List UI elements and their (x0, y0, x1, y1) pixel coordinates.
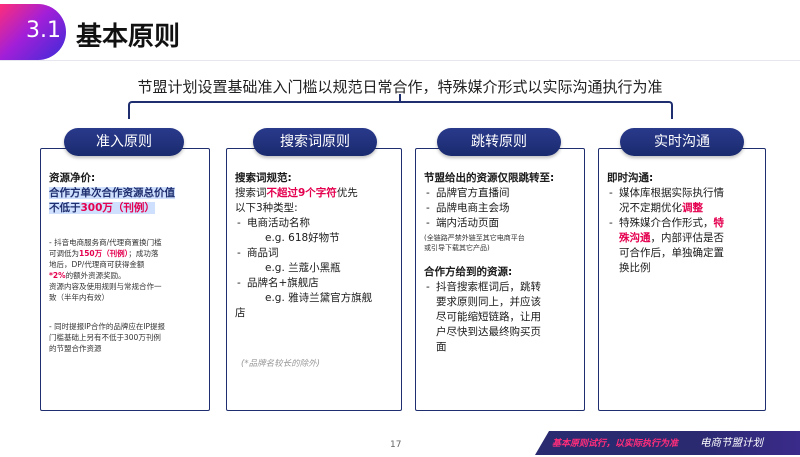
special-highlight: 特 (713, 217, 725, 229)
admission-header: 准入原则 (64, 128, 184, 156)
bracket-connector (128, 101, 673, 119)
redirect-label: 节盟给出的资源仅限跳转至: (424, 172, 555, 184)
communication-card: 即时沟通: 媒体库根据实际执行情 况不定期优化调整 特殊媒介合作形式，特 殊沟通… (598, 148, 766, 411)
instant-comm-label: 即时沟通: (607, 172, 654, 184)
section-number: 3.1 (26, 18, 61, 43)
redirect-note-1: (全链路严禁外链至其它电商平台 (424, 234, 525, 242)
list-item: 品牌名+旗舰店 (235, 276, 399, 291)
keyword-spec-label: 搜索词规范: (235, 172, 292, 184)
list-item-cont: 户尽快到达最终购买页 (436, 326, 541, 338)
min-value-prefix: 不低于 (49, 202, 81, 214)
list-item-cont: 面 (436, 341, 447, 353)
keyword-types-line: 以下3种类型: (235, 202, 298, 214)
list-item: 商品词 (235, 246, 399, 261)
reduced-amount: 150万（刊例） (79, 249, 129, 258)
adjust-highlight: 调整 (682, 202, 703, 214)
list-item: 媒体库根据实际执行情 (607, 186, 763, 201)
keyword-prefix: 搜索词 (235, 187, 267, 199)
reward-percent: *2% (49, 271, 66, 280)
admission-card: 资源净价: 合作方单次合作资源总价值 不低于300万（刊例） - 抖音电商服务商… (40, 148, 210, 411)
partner-resource-label: 合作方给到的资源: (424, 266, 513, 278)
list-item-cont: 尽可能缩短链路，让用 (436, 311, 541, 323)
list-item: 电商活动名称 (235, 216, 399, 231)
list-item-cont: ，内部评估是否 (650, 232, 725, 244)
agency-threshold-text: - 抖音电商服务商/代理商置换门槛 (49, 238, 162, 247)
redirect-card: 节盟给出的资源仅限跳转至: 品牌官方直播间 品牌电商主会场 端内活动页面 (全链… (415, 148, 585, 411)
total-value-text: 合作方单次合作资源总价值 (49, 187, 175, 199)
bracket-stem (399, 94, 401, 102)
min-value-amount: 300万（刊例） (80, 202, 155, 214)
keyword-header: 搜索词原则 (253, 128, 377, 156)
example-text-cont: 店 (235, 307, 246, 319)
reduced-prefix: 可调低为 (49, 249, 79, 258)
list-item: 品牌电商主会场 (424, 201, 582, 216)
keyword-limit: 不超过9个字符 (266, 187, 337, 199)
list-item-cont: 况不定期优化 (619, 202, 682, 214)
brand-note: (*品牌名较长的除外) (241, 359, 320, 369)
ip-line-2: 门槛基础上另有不低于300万刊例 (49, 333, 161, 342)
example-text: e.g. 雅诗兰黛官方旗舰 (265, 292, 373, 304)
list-item: 端内活动页面 (424, 216, 582, 231)
page-title: 基本原则 (76, 22, 181, 52)
list-item-cont: 可合作后，单独确定置 (619, 247, 724, 259)
usage-rule-line: 资源内容及使用规则与常规合作一 (49, 282, 162, 291)
footer-brand: 电商节盟计划 (700, 437, 763, 449)
redirect-header: 跳转原则 (437, 128, 561, 156)
redirect-note-2: 或引导下载其它产品) (424, 244, 490, 252)
page-number: 17 (390, 440, 402, 450)
list-item: 特殊媒介合作形式， (619, 217, 714, 229)
reward-line: 地后，DP/代理商可获得金额 (49, 260, 145, 269)
title-divider (0, 60, 800, 61)
reward-suffix: 的额外资源奖励。 (65, 271, 126, 280)
ip-line-1: - 同时提报IP合作的品牌应在IP提报 (49, 322, 166, 331)
example-text: e.g. 618好物节 (265, 232, 340, 244)
communication-header: 实时沟通 (620, 128, 744, 156)
list-item: 品牌官方直播间 (424, 186, 582, 201)
list-item-cont: 要求原则同上，并应该 (436, 296, 541, 308)
net-price-label: 资源净价: (49, 172, 96, 184)
footer-slogan: 基本原则试行，以实际执行为准 (552, 439, 679, 449)
ip-line-3: 的节盟合作资源 (49, 344, 102, 353)
example-text: e.g. 兰蔻小黑瓶 (265, 262, 341, 274)
keyword-suffix: 优先 (336, 187, 358, 199)
validity-line: 致（半年内有效） (49, 293, 109, 302)
list-item: 抖音搜索框词后，跳转 (424, 280, 582, 295)
list-item-cont: 换比例 (619, 262, 651, 274)
keyword-card: 搜索词规范: 搜索词不超过9个字符优先 以下3种类型: 电商活动名称 e.g. … (226, 148, 402, 411)
reduced-suffix: ；成功落 (128, 249, 159, 258)
special-highlight-cont: 殊沟通 (619, 232, 651, 244)
